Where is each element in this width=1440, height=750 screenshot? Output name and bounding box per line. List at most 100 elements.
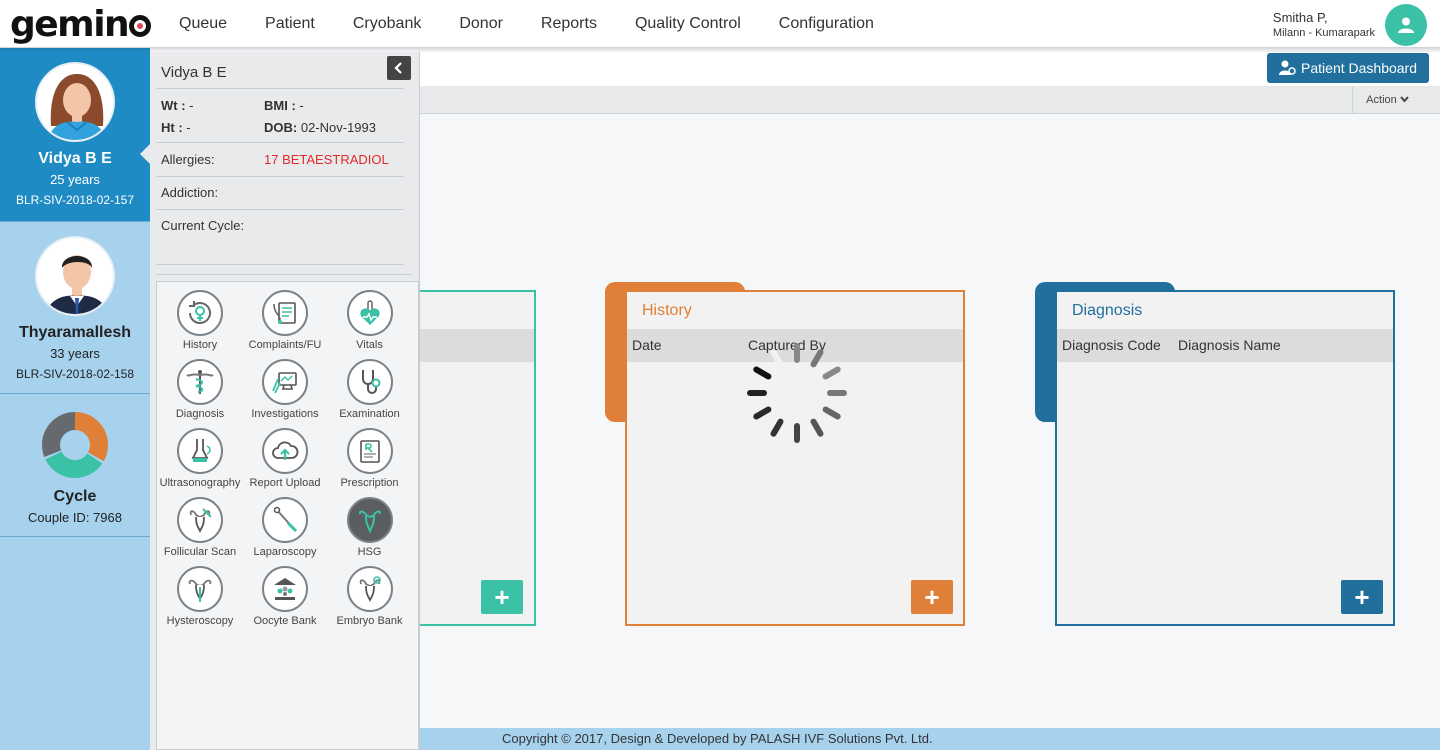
footer: Copyright © 2017, Design & Developed by …: [420, 728, 1440, 750]
module-hsg[interactable]: HSG: [327, 497, 412, 566]
col-diagnosis-name: Diagnosis Name: [1178, 337, 1281, 353]
male-avatar-icon: [35, 236, 115, 316]
info-patient-name: Vidya B E: [161, 64, 227, 81]
cycle-card[interactable]: Cycle Couple ID: 7968: [0, 394, 150, 537]
history-add-button[interactable]: +: [911, 580, 953, 614]
partner-name: Thyaramallesh: [18, 324, 132, 341]
cycle-icon: [40, 410, 110, 480]
nav-cryobank[interactable]: Cryobank: [334, 15, 440, 33]
user-settings-icon: [1279, 60, 1296, 75]
report-upload-icon: [262, 428, 308, 474]
divider: [156, 176, 404, 177]
divider: [156, 274, 412, 275]
copyright-text: Copyright © 2017, Design & Developed by …: [502, 731, 933, 746]
prescription-icon: [346, 428, 393, 474]
top-navbar: gemin Queue Patient Cryobank Donor Repor…: [0, 0, 1440, 48]
module-vitals[interactable]: Vitals: [327, 290, 412, 359]
main-content: + History Date Captured By + Diagnosis D…: [390, 114, 1440, 728]
current-cycle-label: Current Cycle:: [161, 218, 245, 233]
partner-id: BLR-SIV-2018-02-158: [15, 367, 135, 381]
female-avatar-icon: [35, 62, 115, 142]
allergies-label: Allergies:: [161, 152, 215, 167]
addiction-label: Addiction:: [161, 185, 219, 200]
partial-card-add-button[interactable]: +: [481, 580, 523, 614]
module-laparoscopy[interactable]: Laparoscopy: [243, 497, 327, 566]
patient-id: BLR-SIV-2018-02-157: [15, 193, 135, 207]
laparoscopy-icon: [262, 497, 308, 543]
module-investigations[interactable]: Investigations: [243, 359, 327, 428]
couple-id: Couple ID: 7968: [28, 510, 122, 525]
history-icon: [177, 290, 223, 336]
module-follicular-scan[interactable]: Follicular Scan: [157, 497, 243, 566]
diagnosis-card: Diagnosis Diagnosis Code Diagnosis Name …: [1055, 290, 1395, 626]
action-dropdown[interactable]: Action: [1352, 86, 1422, 114]
logo-o-icon: [129, 15, 152, 37]
complaints-icon: [262, 290, 308, 336]
hsg-icon: [346, 497, 393, 543]
partner-age: 33 years: [50, 346, 100, 361]
user-info: Smitha P, Milann - Kumarapark: [1273, 10, 1375, 39]
patient-card-male[interactable]: Thyaramallesh 33 years BLR-SIV-2018-02-1…: [0, 222, 150, 394]
divider: [156, 88, 404, 89]
module-report-upload[interactable]: Report Upload: [243, 428, 327, 497]
nav-queue[interactable]: Queue: [160, 15, 246, 33]
nav-patient[interactable]: Patient: [246, 15, 334, 33]
user-location: Milann - Kumarapark: [1272, 27, 1375, 39]
col-date: Date: [632, 337, 662, 353]
module-diagnosis[interactable]: Diagnosis: [157, 359, 243, 428]
patient-name: Vidya B E: [38, 150, 112, 167]
module-complaints[interactable]: Complaints/FU: [243, 290, 327, 359]
user-icon: [1398, 17, 1414, 33]
loading-spinner-icon: [747, 343, 847, 443]
module-embryo-bank[interactable]: Embryo Bank: [327, 566, 412, 635]
nav-donor[interactable]: Donor: [440, 15, 522, 33]
divider: [156, 209, 404, 210]
module-examination[interactable]: Examination: [327, 359, 412, 428]
user-name: Smitha P,: [1272, 10, 1328, 25]
hysteroscopy-icon: [177, 566, 223, 612]
diagnosis-add-button[interactable]: +: [1341, 580, 1383, 614]
bmi-field: BMI : -: [264, 98, 304, 113]
patient-info-panel: Vidya B E Wt : - BMI : - Ht : - DOB: 02-…: [150, 52, 420, 750]
action-bar: Action: [420, 86, 1440, 114]
patient-sidebar: Vidya B E 25 years BLR-SIV-2018-02-157 T…: [0, 48, 150, 750]
col-diagnosis-code: Diagnosis Code: [1062, 337, 1161, 353]
examination-icon: [346, 359, 393, 405]
embryo-bank-icon: [346, 566, 393, 612]
ultrasonography-icon: [177, 428, 223, 474]
diagnosis-card-title: Diagnosis: [1072, 302, 1143, 319]
module-icon-panel: History Complaints/FU Vitals Diagnosis I…: [156, 281, 419, 750]
nav-reports[interactable]: Reports: [522, 15, 616, 33]
app-logo[interactable]: gemin: [10, 4, 152, 45]
module-prescription[interactable]: Prescription: [327, 428, 412, 497]
follicular-scan-icon: [177, 497, 223, 543]
content-header: Patient Dashboard: [420, 52, 1440, 86]
user-avatar-button[interactable]: [1385, 4, 1427, 46]
module-oocyte-bank[interactable]: Oocyte Bank: [243, 566, 327, 635]
chevron-left-icon: [394, 62, 402, 74]
allergies-value: 17 BETAESTRADIOL: [264, 152, 389, 167]
main-nav: Queue Patient Cryobank Donor Reports Qua…: [160, 0, 893, 48]
patient-age: 25 years: [50, 172, 100, 187]
diagnosis-icon: [177, 359, 223, 405]
chevron-down-icon: [1400, 96, 1409, 103]
dob-field: DOB: 02-Nov-1993: [264, 120, 376, 135]
nav-configuration[interactable]: Configuration: [760, 15, 893, 33]
divider: [156, 142, 404, 143]
cycle-label: Cycle: [53, 488, 97, 505]
divider: [156, 264, 404, 265]
module-icon-grid: History Complaints/FU Vitals Diagnosis I…: [157, 290, 412, 635]
patient-card-female[interactable]: Vidya B E 25 years BLR-SIV-2018-02-157: [0, 48, 150, 222]
active-indicator: [140, 144, 150, 164]
nav-quality-control[interactable]: Quality Control: [616, 15, 760, 33]
history-card-title: History: [642, 302, 692, 319]
collapse-panel-button[interactable]: [387, 56, 411, 80]
height-field: Ht : -: [161, 120, 191, 135]
patient-dashboard-button[interactable]: Patient Dashboard: [1267, 53, 1429, 83]
module-ultrasonography[interactable]: Ultrasonography: [157, 428, 243, 497]
module-history[interactable]: History: [157, 290, 243, 359]
module-hysteroscopy[interactable]: Hysteroscopy: [157, 566, 243, 635]
weight-field: Wt : -: [161, 98, 194, 113]
investigations-icon: [262, 359, 308, 405]
diagnosis-table-header: Diagnosis Code Diagnosis Name: [1057, 329, 1393, 362]
